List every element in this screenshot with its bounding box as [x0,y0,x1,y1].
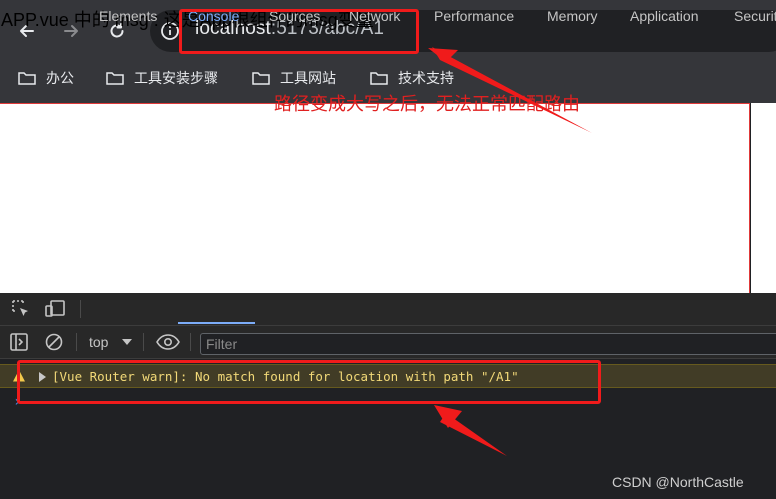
arrow-to-url [432,47,592,133]
annotation-arrows [428,47,592,456]
